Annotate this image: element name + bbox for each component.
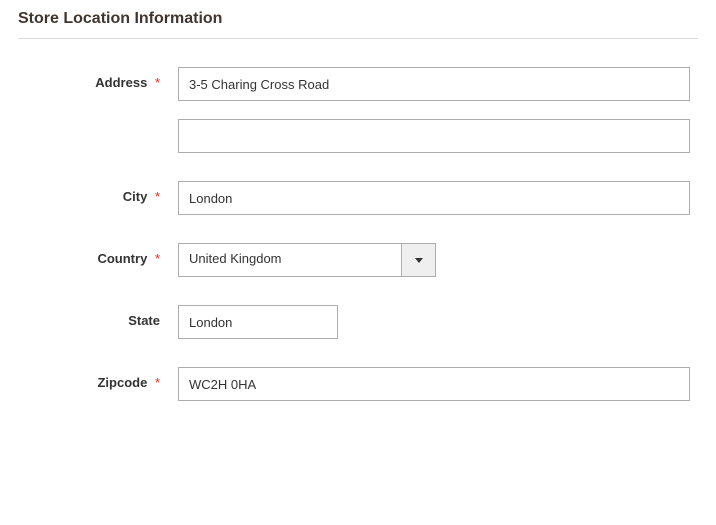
city-row: City * bbox=[18, 181, 698, 215]
country-select[interactable]: United Kingdom bbox=[178, 243, 436, 277]
city-label-col: City * bbox=[18, 181, 178, 204]
city-field-col bbox=[178, 181, 698, 215]
zipcode-field-col bbox=[178, 367, 698, 401]
address-label-col: Address * bbox=[18, 67, 178, 90]
country-label: Country bbox=[97, 251, 147, 266]
state-field-col bbox=[178, 305, 698, 339]
required-mark: * bbox=[155, 189, 160, 204]
country-field-col: United Kingdom bbox=[178, 243, 698, 277]
state-label-col: State bbox=[18, 305, 178, 328]
country-label-col: Country * bbox=[18, 243, 178, 266]
address-field-col bbox=[178, 67, 698, 101]
required-mark: * bbox=[155, 75, 160, 90]
country-selected-value: United Kingdom bbox=[178, 243, 402, 277]
city-label: City bbox=[123, 189, 148, 204]
required-mark: * bbox=[155, 251, 160, 266]
required-mark: * bbox=[155, 375, 160, 390]
address-label: Address bbox=[95, 75, 147, 90]
zipcode-label-col: Zipcode * bbox=[18, 367, 178, 390]
section-title: Store Location Information bbox=[18, 10, 698, 39]
country-dropdown-button[interactable] bbox=[402, 243, 436, 277]
address2-input[interactable] bbox=[178, 119, 690, 153]
address-row: Address * bbox=[18, 67, 698, 101]
address2-label-col bbox=[18, 119, 178, 127]
country-row: Country * United Kingdom bbox=[18, 243, 698, 277]
zipcode-row: Zipcode * bbox=[18, 367, 698, 401]
zipcode-input[interactable] bbox=[178, 367, 690, 401]
state-input[interactable] bbox=[178, 305, 338, 339]
address2-field-col bbox=[178, 119, 698, 153]
chevron-down-icon bbox=[415, 258, 423, 263]
city-input[interactable] bbox=[178, 181, 690, 215]
state-label: State bbox=[128, 313, 160, 328]
address-input[interactable] bbox=[178, 67, 690, 101]
state-row: State bbox=[18, 305, 698, 339]
address2-row bbox=[18, 119, 698, 153]
zipcode-label: Zipcode bbox=[97, 375, 147, 390]
